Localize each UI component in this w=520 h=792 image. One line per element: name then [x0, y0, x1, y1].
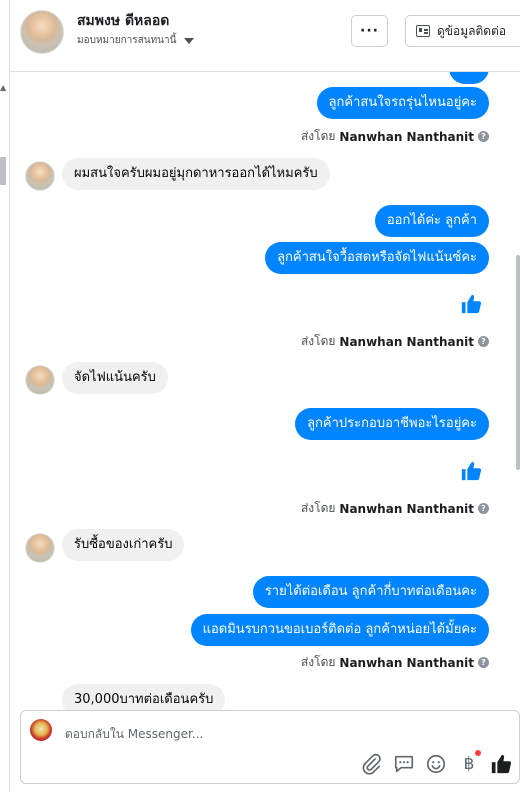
caret-down-icon — [184, 37, 195, 44]
sent-by-prefix: ส่งโดย — [300, 129, 336, 143]
outgoing-message: ลูกค้าสนใจรถรุ่นไหนอยู่คะ — [316, 87, 489, 119]
more-options-label: ··· — [360, 23, 379, 39]
help-icon[interactable]: ? — [478, 503, 489, 514]
incoming-message: รับซื้อของเก่าครับ — [62, 529, 185, 561]
emoji-icon[interactable] — [425, 753, 447, 775]
conversation-header: สมพงษ ดีหลอด มอบหมายการสนทนานี้ ··· ดูข้… — [10, 0, 520, 72]
paperclip-icon[interactable] — [360, 753, 382, 775]
like-thumb-icon — [461, 294, 482, 314]
sent-by-label: ส่งโดย Nanwhan Nanthanit ? — [301, 332, 489, 351]
incoming-message: จัดไฟแน้นครับ — [62, 362, 168, 394]
view-contact-info-button[interactable]: ดูข้อมูลติดต่อ — [405, 15, 520, 47]
help-icon[interactable]: ? — [478, 336, 489, 347]
like-thumb-icon — [461, 461, 482, 481]
sent-by-label: ส่งโดย Nanwhan Nanthanit ? — [301, 127, 489, 146]
baht-payment-icon[interactable]: ฿ — [458, 753, 480, 775]
sent-by-label: ส่งโดย Nanwhan Nanthanit ? — [301, 499, 489, 518]
view-contact-info-label: ดูข้อมูลติดต่อ — [437, 23, 507, 38]
assign-conversation-dropdown[interactable]: มอบหมายการสนทนานี้ — [77, 33, 195, 48]
sent-by-prefix: ส่งโดย — [300, 334, 336, 348]
contact-card-icon — [416, 25, 430, 37]
contact-name[interactable]: สมพงษ ดีหลอด — [77, 10, 169, 32]
outgoing-message: ลูกค้าสนใจวื้อสดหรือจัดไฟแน้นซ์คะ — [265, 242, 489, 274]
thread-scrollbar[interactable] — [516, 255, 520, 470]
left-scrollbar-thumb[interactable] — [0, 157, 6, 185]
reply-input[interactable]: ตอบกลับใน Messenger... — [65, 725, 203, 744]
incoming-message: ผมสนใจครับผมอยู่มุกดาหารออกได้ไหมครับ — [62, 158, 330, 190]
outgoing-message: แอดมินรบกวนขอเบอร์ติดต่อ ลูกค้าหน่อยได้ม… — [190, 614, 489, 646]
contact-avatar[interactable] — [25, 161, 55, 191]
sent-by-label: ส่งโดย Nanwhan Nanthanit ? — [301, 653, 489, 672]
sent-by-prefix: ส่งโดย — [300, 655, 336, 669]
saved-reply-icon[interactable] — [393, 753, 415, 775]
messenger-inbox-panel: ▲ ค่ะ ลูกค้าสนใจรถรุ่นไหนอยู่คะ ส่งโดย N… — [0, 0, 520, 792]
help-icon[interactable]: ? — [478, 657, 489, 668]
assign-label: มอบหมายการสนทนานี้ — [77, 35, 177, 46]
outgoing-message: รายได้ต่อเดือน ลูกค้ากี่บาทต่อเดือนคะ — [252, 576, 489, 608]
contact-avatar[interactable] — [20, 10, 64, 54]
page-avatar — [30, 719, 52, 741]
sent-by-agent: Nanwhan Nanthanit — [339, 655, 474, 670]
scroll-up-arrow-icon[interactable]: ▲ — [0, 84, 6, 92]
help-icon[interactable]: ? — [478, 131, 489, 142]
outgoing-message: ออกได้ค่ะ ลูกค้า — [374, 205, 489, 237]
contact-avatar[interactable] — [25, 533, 55, 563]
sent-by-agent: Nanwhan Nanthanit — [339, 501, 474, 516]
message-composer: ตอบกลับใน Messenger... ฿ — [20, 710, 520, 784]
outgoing-message: ลูกค้าประกอบอาชีพอะไรอยู่คะ — [295, 408, 489, 440]
sent-by-agent: Nanwhan Nanthanit — [339, 129, 474, 144]
sent-by-agent: Nanwhan Nanthanit — [339, 334, 474, 349]
more-options-button[interactable]: ··· — [351, 15, 388, 47]
notification-dot — [475, 750, 481, 756]
contact-avatar[interactable] — [25, 365, 55, 395]
like-thumb-icon[interactable] — [490, 753, 512, 775]
sent-by-prefix: ส่งโดย — [300, 501, 336, 515]
message-thread[interactable]: ค่ะ ลูกค้าสนใจรถรุ่นไหนอยู่คะ ส่งโดย Nan… — [10, 0, 510, 716]
